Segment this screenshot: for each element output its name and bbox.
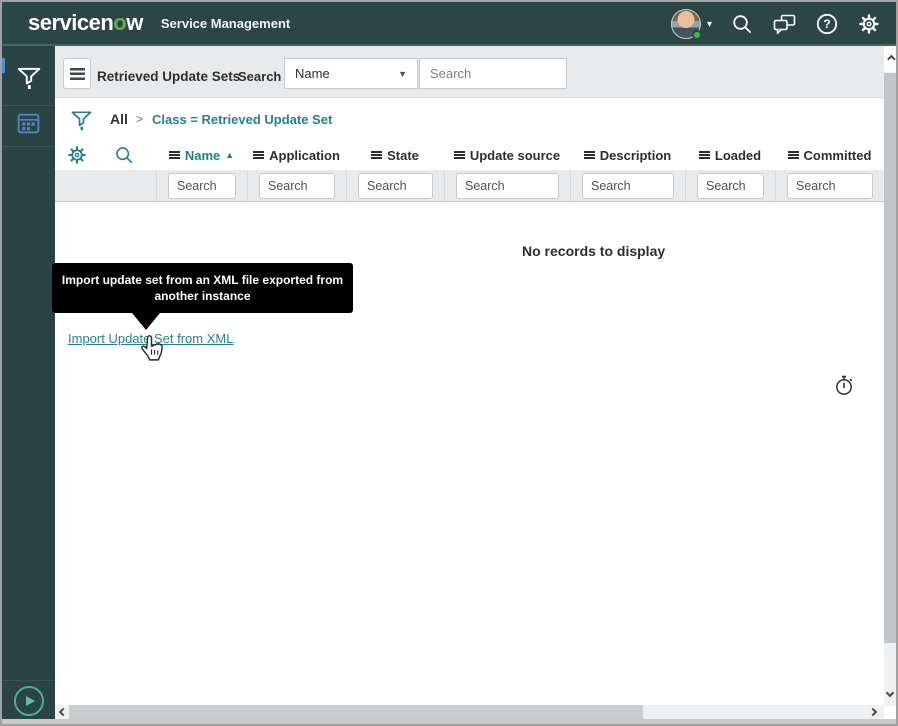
main-panel: Retrieved Update Sets Search Name ▼ All … (55, 46, 884, 719)
play-icon[interactable] (14, 686, 44, 716)
presence-dot-icon (692, 30, 702, 40)
column-header-name[interactable]: Name ▲ (156, 140, 247, 170)
column-menu-icon[interactable] (454, 151, 465, 159)
filter-input-loaded[interactable] (697, 173, 764, 199)
column-header-description[interactable]: Description (570, 140, 685, 170)
column-label: Committed (804, 148, 872, 163)
filter-input-state[interactable] (358, 173, 433, 199)
column-header-committed[interactable]: Committed (775, 140, 884, 170)
column-menu-icon[interactable] (699, 151, 710, 159)
window-bottom-edge (2, 719, 896, 724)
tooltip-line2: another instance (154, 288, 250, 304)
filter-input-description[interactable] (582, 173, 674, 199)
cursor-pointer-icon (139, 335, 164, 364)
sidebar-divider (2, 105, 55, 106)
column-header-loaded[interactable]: Loaded (685, 140, 775, 170)
response-time-stopwatch-icon (834, 374, 855, 396)
column-header-state[interactable]: State (346, 140, 444, 170)
breadcrumb: All > Class = Retrieved Update Set (55, 98, 884, 140)
top-header: servicenow Service Management ▾ (2, 2, 896, 46)
tooltip-line1: Import update set from an XML file expor… (62, 272, 343, 288)
column-header-update-source[interactable]: Update source (444, 140, 570, 170)
list-personalize-gear-icon[interactable] (67, 145, 87, 165)
search-label: Search (238, 69, 281, 84)
column-label: Description (600, 148, 672, 163)
svg-text:?: ? (823, 17, 830, 31)
search-column-select[interactable]: Name ▼ (284, 58, 418, 89)
hamburger-icon (70, 68, 85, 80)
scroll-left-arrow[interactable] (56, 705, 69, 719)
vertical-scrollbar-thumb[interactable] (884, 73, 896, 643)
column-label: Application (269, 148, 340, 163)
horizontal-scrollbar-thumb[interactable] (69, 705, 643, 719)
list-context-menu-button[interactable] (63, 58, 91, 89)
vertical-scrollbar[interactable] (884, 46, 896, 719)
scroll-up-arrow[interactable] (884, 46, 896, 72)
list-header-row: Name ▲ Application State Update source D… (55, 140, 884, 170)
sidebar-demo-player[interactable] (2, 686, 55, 716)
column-label: State (387, 148, 419, 163)
breadcrumb-funnel-icon[interactable] (70, 107, 93, 132)
app-window: servicenow Service Management ▾ (0, 0, 898, 726)
dropdown-caret-icon: ▼ (398, 69, 407, 79)
column-header-application[interactable]: Application (247, 140, 346, 170)
filter-input-update-source[interactable] (456, 173, 559, 199)
horizontal-scrollbar[interactable] (55, 705, 884, 719)
tooltip: Import update set from an XML file expor… (52, 263, 353, 313)
chevron-down-icon: ▾ (707, 19, 712, 30)
filter-funnel-icon (16, 64, 42, 90)
list-search-icon[interactable] (115, 146, 134, 165)
column-label: Loaded (715, 148, 761, 163)
product-name: Service Management (161, 16, 290, 31)
column-label: Name (185, 148, 220, 163)
tooltip-arrow (132, 313, 160, 330)
filter-cell-empty (55, 170, 156, 201)
filter-input-application[interactable] (259, 173, 335, 199)
column-menu-icon[interactable] (788, 151, 799, 159)
logo-green-o: o (113, 10, 126, 35)
calendar-grid-icon (16, 112, 41, 136)
column-menu-icon[interactable] (584, 151, 595, 159)
help-icon[interactable]: ? (816, 13, 838, 35)
scroll-right-arrow[interactable] (866, 705, 880, 719)
left-sidebar (2, 46, 55, 719)
list-toolbar: Retrieved Update Sets Search Name ▼ (55, 46, 884, 98)
user-menu[interactable]: ▾ (671, 9, 712, 39)
chat-icon[interactable] (773, 14, 796, 35)
logo-text: servicen (28, 10, 113, 35)
column-label: Update source (470, 148, 560, 163)
servicenow-logo[interactable]: servicenow (28, 12, 143, 34)
search-column-value: Name (295, 66, 330, 81)
scroll-down-arrow[interactable] (884, 680, 896, 706)
sidebar-filter-navigator[interactable] (2, 64, 55, 90)
sidebar-divider (2, 680, 55, 681)
sort-asc-icon: ▲ (225, 150, 234, 160)
column-menu-icon[interactable] (253, 151, 264, 159)
sidebar-divider (2, 146, 55, 147)
breadcrumb-separator: > (136, 112, 143, 126)
global-search-icon[interactable] (732, 14, 753, 35)
filter-input-committed[interactable] (787, 173, 873, 199)
avatar[interactable] (671, 9, 701, 39)
breadcrumb-all[interactable]: All (110, 111, 128, 127)
logo-text-end: w (126, 10, 143, 35)
empty-state-message: No records to display (522, 243, 665, 259)
settings-gear-icon[interactable] (858, 13, 880, 35)
column-menu-icon[interactable] (371, 151, 382, 159)
sidebar-tables-item[interactable] (2, 112, 55, 136)
toolbar-search-input[interactable] (419, 58, 567, 89)
list-title: Retrieved Update Sets (97, 69, 240, 84)
filter-input-name[interactable] (168, 173, 236, 199)
breadcrumb-condition[interactable]: Class = Retrieved Update Set (152, 112, 332, 127)
list-content: No records to display Related Links Impo… (55, 202, 884, 705)
column-filter-row (55, 170, 884, 202)
scrollbar-corner (884, 706, 896, 719)
column-menu-icon[interactable] (169, 151, 180, 159)
